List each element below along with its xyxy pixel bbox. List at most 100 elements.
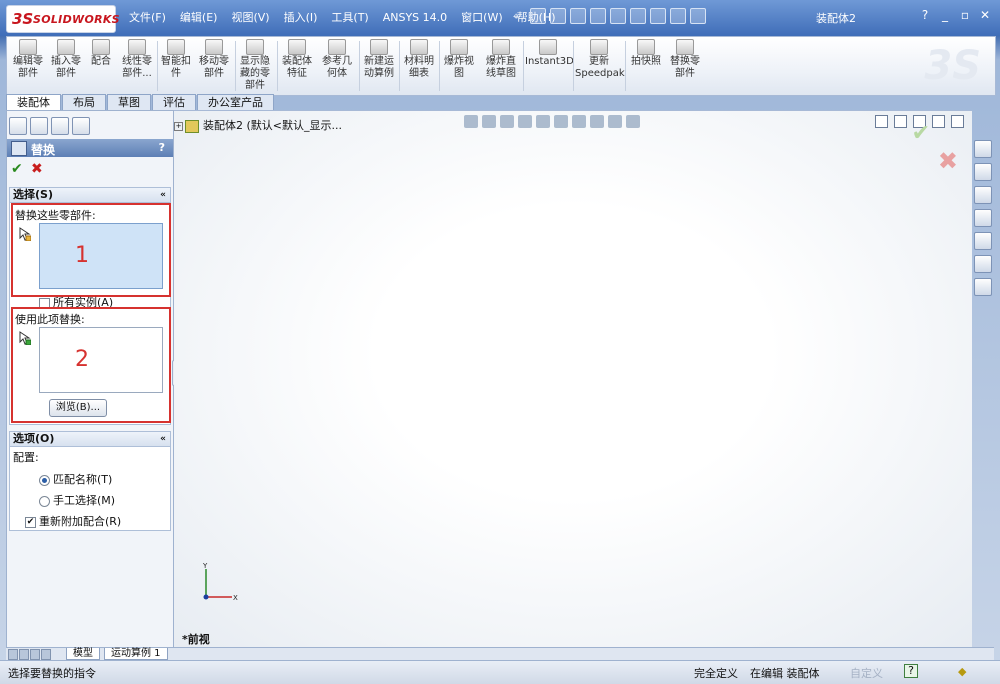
display-manager-icon[interactable] xyxy=(72,117,90,135)
hide-show-items-icon[interactable] xyxy=(572,115,586,128)
configuration-manager-icon[interactable] xyxy=(51,117,69,135)
select-icon[interactable] xyxy=(630,8,646,24)
cmd-update-speedpak[interactable]: 更新 Speedpak xyxy=(575,39,625,80)
apply-scene-icon[interactable] xyxy=(608,115,622,128)
last-tab-icon[interactable] xyxy=(41,649,51,660)
tree-root-label[interactable]: 装配体2 (默认<默认_显示... xyxy=(203,119,342,132)
collapse-icon[interactable]: « xyxy=(160,188,166,202)
feature-manager-icon[interactable] xyxy=(9,117,27,135)
radio-selected[interactable] xyxy=(39,474,50,486)
section-view-icon[interactable] xyxy=(518,115,532,128)
cmd-smart-fasteners[interactable]: 智能扣 件 xyxy=(159,39,193,80)
view-settings-icon[interactable] xyxy=(626,115,640,128)
menu-insert[interactable]: 插入(I) xyxy=(277,10,325,26)
view-orientation-icon[interactable] xyxy=(536,115,550,128)
pm-help-icon[interactable]: ? xyxy=(159,141,165,154)
menu-edit[interactable]: 编辑(E) xyxy=(173,10,225,26)
file-explorer-icon[interactable] xyxy=(974,209,992,227)
appearances-icon[interactable] xyxy=(974,255,992,273)
display-style-icon[interactable] xyxy=(554,115,568,128)
split-horizontal-icon[interactable] xyxy=(875,115,888,128)
cmd-exploded-view[interactable]: 爆炸视 图 xyxy=(441,39,477,80)
options-group-header[interactable]: 选项(O) « xyxy=(10,432,170,447)
cmd-replace-components[interactable]: 替换零 部件 xyxy=(667,39,703,80)
replace-these-listbox[interactable] xyxy=(39,223,163,289)
file-properties-icon[interactable] xyxy=(670,8,686,24)
pin-menu-icon[interactable]: ⌖ xyxy=(513,10,519,24)
new-icon[interactable] xyxy=(530,8,546,24)
checkbox-checked[interactable]: ✔ xyxy=(25,516,36,528)
cmd-reference-geometry[interactable]: 参考几 何体 xyxy=(319,39,355,80)
options-icon[interactable] xyxy=(690,8,706,24)
cmd-new-motion-study[interactable]: 新建运 动算例 xyxy=(361,39,397,80)
tab-assembly[interactable]: 装配体 xyxy=(6,94,61,110)
collapse-icon[interactable]: « xyxy=(160,432,166,446)
ok-button[interactable]: ✔ xyxy=(11,161,23,177)
split-vertical-icon[interactable] xyxy=(894,115,907,128)
remate-checkbox[interactable]: ✔ 重新附加配合(R) xyxy=(25,513,121,529)
rebuild-indicator-icon[interactable]: ◆ xyxy=(958,665,966,678)
cmd-bom[interactable]: 材料明 细表 xyxy=(401,39,437,80)
cmd-instant3d[interactable]: Instant3D xyxy=(525,39,574,68)
cancel-button[interactable]: ✖ xyxy=(31,161,43,177)
help-icon[interactable]: ? xyxy=(918,8,932,22)
open-icon[interactable] xyxy=(550,8,566,24)
confirm-corner-ok-icon[interactable]: ✔ xyxy=(912,121,930,146)
manual-select-radio[interactable]: 手工选择(M) xyxy=(39,492,115,508)
close-button[interactable]: ✕ xyxy=(978,8,992,22)
menu-view[interactable]: 视图(V) xyxy=(224,10,276,26)
status-units[interactable]: 自定义 xyxy=(850,665,883,681)
status-help-icon[interactable]: ? xyxy=(904,664,918,678)
viewport-restore-icon[interactable] xyxy=(932,115,945,128)
menu-tools[interactable]: 工具(T) xyxy=(324,10,375,26)
first-tab-icon[interactable] xyxy=(8,649,18,660)
radio-unselected[interactable] xyxy=(39,495,50,507)
solidworks-logo[interactable]: 3S SOLIDWORKS xyxy=(6,5,120,33)
cmd-move-component[interactable]: 移动零 部件 xyxy=(197,39,231,80)
custom-properties-icon[interactable] xyxy=(974,278,992,296)
match-name-radio[interactable]: 匹配名称(T) xyxy=(39,471,112,487)
replace-components-icon xyxy=(676,39,694,55)
rebuild-icon[interactable] xyxy=(650,8,666,24)
next-tab-icon[interactable] xyxy=(30,649,40,660)
tab-layout[interactable]: 布局 xyxy=(62,94,106,110)
tab-model[interactable]: 模型 xyxy=(66,648,100,660)
zoom-to-area-icon[interactable] xyxy=(482,115,496,128)
solidworks-resources-icon[interactable] xyxy=(974,140,992,158)
view-palette-icon[interactable] xyxy=(974,232,992,250)
print-icon[interactable] xyxy=(590,8,606,24)
tab-sketch[interactable]: 草图 xyxy=(107,94,151,110)
cmd-insert-component[interactable]: 插入零 部件 xyxy=(49,39,83,80)
minimize-button[interactable]: _ xyxy=(938,8,952,22)
browse-button[interactable]: 浏览(B)... xyxy=(49,399,107,417)
restore-button[interactable]: ▫ xyxy=(958,8,972,22)
property-manager-icon[interactable] xyxy=(30,117,48,135)
cmd-show-hidden[interactable]: 显示隐 藏的零 部件 xyxy=(237,39,273,92)
expand-icon[interactable]: + xyxy=(174,121,183,131)
edit-appearance-icon[interactable] xyxy=(590,115,604,128)
tab-motion-study-1[interactable]: 运动算例 1 xyxy=(104,648,168,660)
cmd-explode-line-sketch[interactable]: 爆炸直 线草图 xyxy=(481,39,521,80)
save-icon[interactable] xyxy=(570,8,586,24)
zoom-to-fit-icon[interactable] xyxy=(464,115,478,128)
cmd-take-snapshot[interactable]: 拍快照 xyxy=(627,39,665,68)
selection-group-header[interactable]: 选择(S) « xyxy=(10,188,170,203)
tab-office-products[interactable]: 办公室产品 xyxy=(197,94,274,110)
cmd-edit-component[interactable]: 编辑零 部件 xyxy=(11,39,45,80)
confirm-corner-cancel-icon[interactable]: ✖ xyxy=(938,147,958,175)
graphics-area[interactable]: + 装配体2 (默认<默认_显示... ✔ ✖ Y X *前视 xyxy=(174,110,972,648)
previous-view-icon[interactable] xyxy=(500,115,514,128)
replace-with-listbox[interactable] xyxy=(39,327,163,393)
menu-file[interactable]: 文件(F) xyxy=(122,10,173,26)
viewport-close-icon[interactable] xyxy=(951,115,964,128)
undo-icon[interactable] xyxy=(610,8,626,24)
cmd-mate[interactable]: 配合 xyxy=(87,39,115,68)
cmd-linear-pattern[interactable]: 线性零 部件... xyxy=(119,39,155,80)
prev-tab-icon[interactable] xyxy=(19,649,29,660)
menu-window[interactable]: 窗口(W) xyxy=(454,10,509,26)
cmd-assembly-features[interactable]: 装配体 特征 xyxy=(279,39,315,80)
home-icon[interactable] xyxy=(974,163,992,181)
menu-ansys[interactable]: ANSYS 14.0 xyxy=(376,10,454,26)
tab-evaluate[interactable]: 评估 xyxy=(152,94,196,110)
design-library-icon[interactable] xyxy=(974,186,992,204)
